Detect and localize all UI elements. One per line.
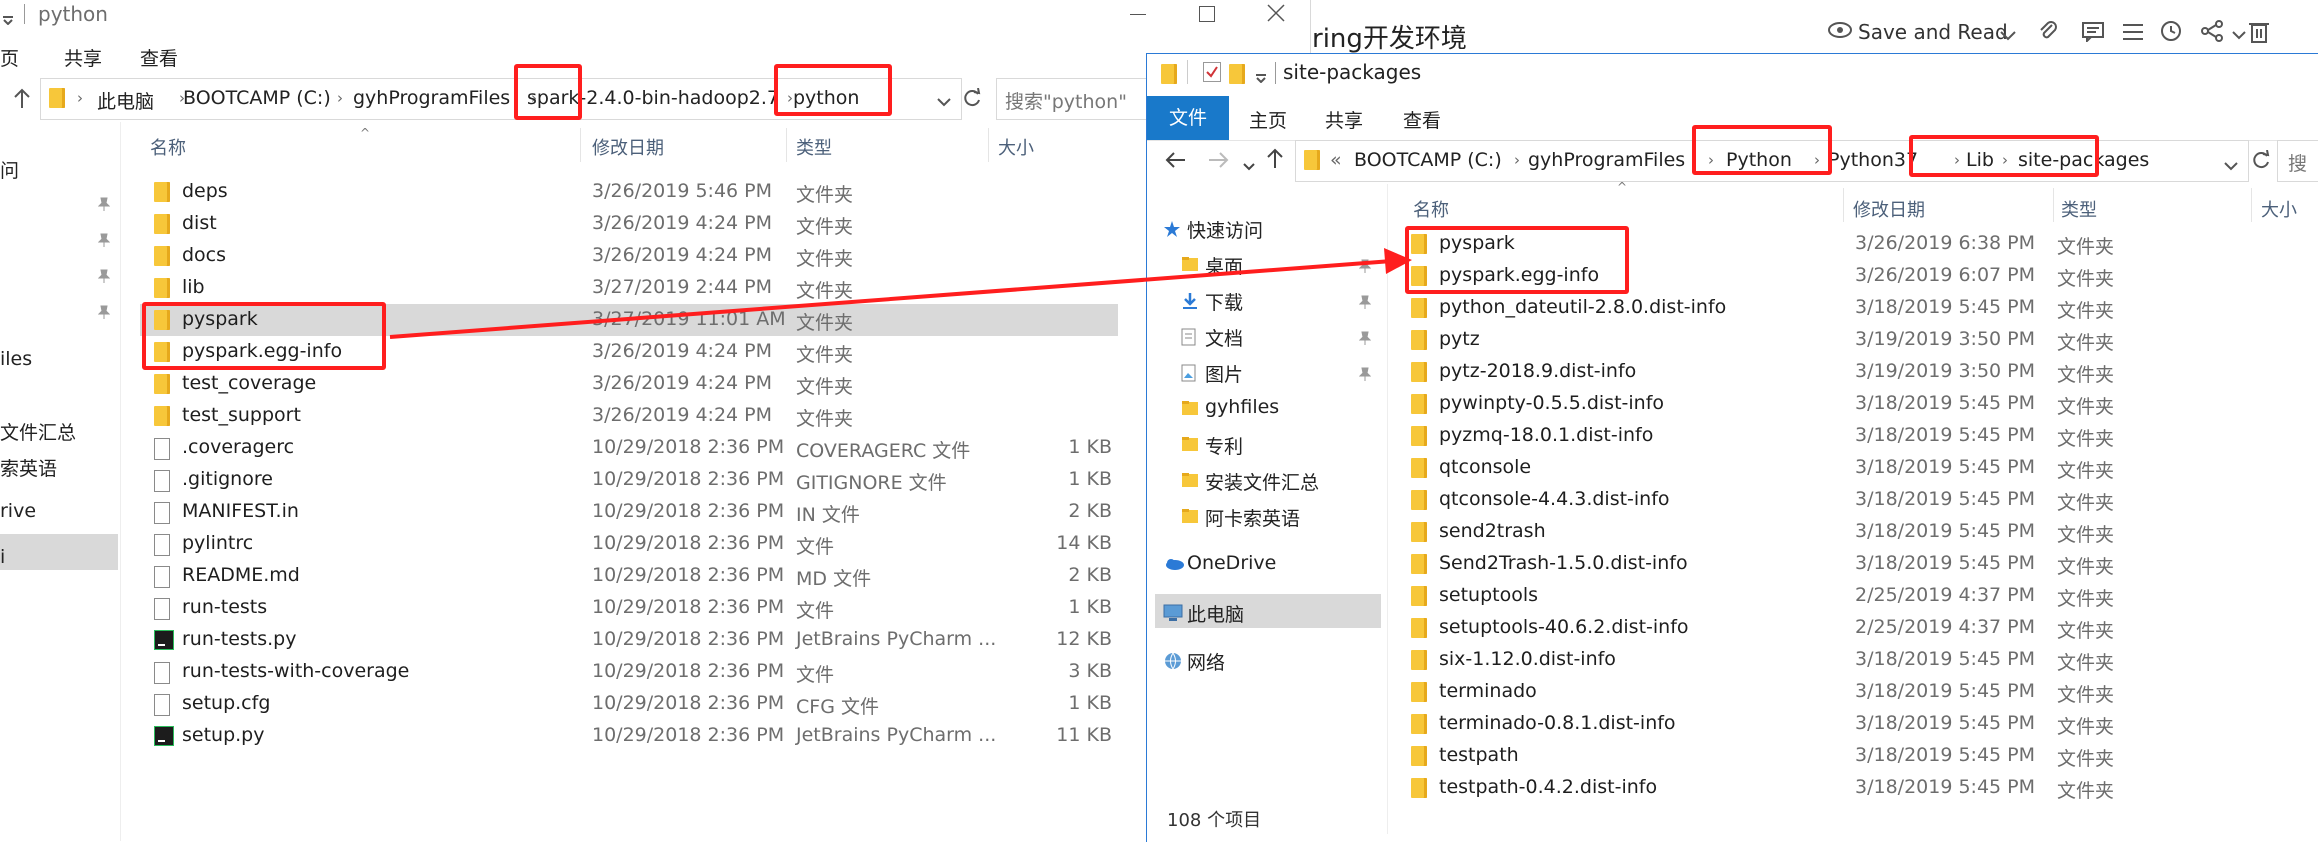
arrow-line	[389, 259, 1393, 339]
arrow-head	[1384, 248, 1412, 274]
connector-arrow	[389, 248, 1412, 339]
